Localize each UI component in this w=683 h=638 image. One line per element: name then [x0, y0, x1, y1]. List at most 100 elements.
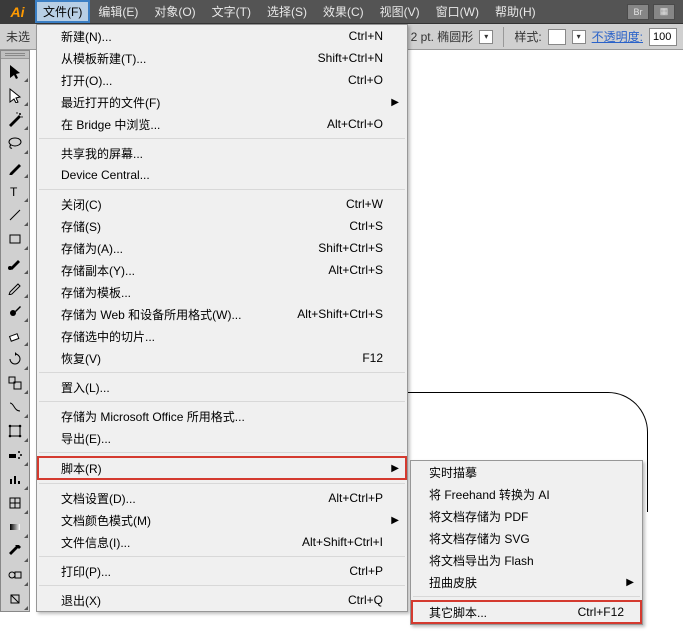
tool-blend[interactable]: [1, 563, 29, 587]
file-menu: 新建(N)...Ctrl+N从模板新建(T)...Shift+Ctrl+N打开(…: [36, 24, 408, 612]
menu-item[interactable]: 存储副本(Y)...Alt+Ctrl+S: [37, 259, 407, 281]
menu-item[interactable]: 文档设置(D)...Alt+Ctrl+P: [37, 487, 407, 509]
menu-item[interactable]: 脚本(R)▶: [37, 456, 407, 480]
tool-gradient[interactable]: [1, 515, 29, 539]
menu-item[interactable]: 打印(P)...Ctrl+P: [37, 560, 407, 582]
menu-item[interactable]: 存储为 Microsoft Office 所用格式...: [37, 405, 407, 427]
menu-item[interactable]: 存储选中的切片...: [37, 325, 407, 347]
menu-item[interactable]: 打开(O)...Ctrl+O: [37, 69, 407, 91]
menu-item-label: 恢复(V): [61, 350, 362, 367]
menu-item[interactable]: 导出(E)...: [37, 427, 407, 449]
tool-rectangle[interactable]: [1, 227, 29, 251]
tool-lasso[interactable]: [1, 131, 29, 155]
menu-item[interactable]: 关闭(C)Ctrl+W: [37, 193, 407, 215]
tool-paintbrush[interactable]: [1, 251, 29, 275]
menu-item-label: 存储为模板...: [61, 284, 383, 301]
menu-separator: [39, 401, 405, 402]
tool-eyedropper[interactable]: [1, 539, 29, 563]
tool-free-transform[interactable]: [1, 419, 29, 443]
tool-blob-brush[interactable]: [1, 299, 29, 323]
menu-item-label: 打开(O)...: [61, 72, 348, 89]
app-window: Ai 文件(F) 编辑(E) 对象(O) 文字(T) 选择(S) 效果(C) 视…: [0, 0, 683, 638]
menu-item[interactable]: 文件信息(I)...Alt+Shift+Ctrl+I: [37, 531, 407, 553]
separator: [503, 27, 504, 47]
menu-item-label: 文档颜色模式(M): [61, 512, 383, 529]
opacity-label[interactable]: 不透明度:: [592, 28, 643, 45]
bridge-badge[interactable]: Br: [627, 4, 649, 20]
tool-mesh[interactable]: [1, 491, 29, 515]
menu-item[interactable]: 新建(N)...Ctrl+N: [37, 25, 407, 47]
menu-item-label: 导出(E)...: [61, 430, 383, 447]
menu-item[interactable]: Device Central...: [37, 164, 407, 186]
submenu-item-label: 实时描摹: [429, 464, 624, 481]
submenu-arrow-icon: ▶: [391, 515, 399, 526]
submenu-item[interactable]: 扭曲皮肤▶: [411, 571, 642, 593]
submenu-item-label: 其它脚本...: [429, 604, 578, 621]
submenu-item-label: 将文档导出为 Flash: [429, 552, 624, 569]
tool-graph[interactable]: [1, 467, 29, 491]
submenu-item[interactable]: 将文档存储为 PDF: [411, 505, 642, 527]
toolbox-grip[interactable]: [1, 51, 29, 59]
menu-item[interactable]: 存储(S)Ctrl+S: [37, 215, 407, 237]
menu-item-label: 文件信息(I)...: [61, 534, 302, 551]
tool-pencil[interactable]: [1, 275, 29, 299]
tool-symbol-sprayer[interactable]: [1, 443, 29, 467]
menu-item[interactable]: 从模板新建(T)...Shift+Ctrl+N: [37, 47, 407, 69]
menu-item[interactable]: 存储为(A)...Shift+Ctrl+S: [37, 237, 407, 259]
menu-file[interactable]: 文件(F): [35, 0, 90, 23]
arrange-badge[interactable]: ▦: [653, 4, 675, 20]
menu-item-shortcut: Ctrl+N: [349, 29, 383, 43]
menu-item-label: 新建(N)...: [61, 28, 349, 45]
menu-separator: [39, 585, 405, 586]
menu-select[interactable]: 选择(S): [259, 0, 315, 23]
menu-item[interactable]: 共享我的屏幕...: [37, 142, 407, 164]
tool-scale[interactable]: [1, 371, 29, 395]
menu-item-label: 存储为(A)...: [61, 240, 318, 257]
tool-pen[interactable]: [1, 155, 29, 179]
menu-item[interactable]: 存储为模板...: [37, 281, 407, 303]
tool-rotate[interactable]: [1, 347, 29, 371]
menu-item[interactable]: 文档颜色模式(M) ▶: [37, 509, 407, 531]
tool-live-paint[interactable]: [1, 587, 29, 611]
menu-item[interactable]: 置入(L)...: [37, 376, 407, 398]
menu-item-shortcut: Ctrl+O: [348, 73, 383, 87]
tool-type[interactable]: T: [1, 179, 29, 203]
submenu-item[interactable]: 其它脚本...Ctrl+F12: [411, 600, 642, 624]
menu-item[interactable]: 在 Bridge 中浏览...Alt+Ctrl+O: [37, 113, 407, 135]
menu-separator: [39, 189, 405, 190]
opacity-input[interactable]: [649, 28, 677, 46]
submenu-arrow-icon: ▶: [391, 97, 399, 108]
tool-direct-selection[interactable]: [1, 83, 29, 107]
menu-item[interactable]: 最近打开的文件(F)▶: [37, 91, 407, 113]
menu-item[interactable]: 恢复(V)F12: [37, 347, 407, 369]
submenu-item-label: 扭曲皮肤: [429, 574, 624, 591]
submenu-item[interactable]: 将 Freehand 转换为 AI: [411, 483, 642, 505]
menu-text[interactable]: 文字(T): [204, 0, 259, 23]
menu-separator: [413, 596, 640, 597]
style-swatch[interactable]: [548, 29, 566, 45]
menu-view[interactable]: 视图(V): [372, 0, 428, 23]
stroke-preset[interactable]: 2 pt. 椭圆形: [411, 28, 474, 45]
menu-separator: [39, 556, 405, 557]
tool-line[interactable]: [1, 203, 29, 227]
stroke-dropdown-icon[interactable]: ▾: [479, 30, 493, 44]
menu-effect[interactable]: 效果(C): [315, 0, 372, 23]
script-submenu: 实时描摹将 Freehand 转换为 AI将文档存储为 PDF将文档存储为 SV…: [410, 460, 643, 625]
menu-edit[interactable]: 编辑(E): [90, 0, 146, 23]
tool-selection[interactable]: [1, 59, 29, 83]
submenu-item[interactable]: 将文档导出为 Flash: [411, 549, 642, 571]
menu-item[interactable]: 退出(X)Ctrl+Q: [37, 589, 407, 611]
tool-magic-wand[interactable]: [1, 107, 29, 131]
submenu-item[interactable]: 实时描摹: [411, 461, 642, 483]
menu-help[interactable]: 帮助(H): [487, 0, 544, 23]
menu-item-label: 文档设置(D)...: [61, 490, 328, 507]
submenu-item[interactable]: 将文档存储为 SVG: [411, 527, 642, 549]
style-dropdown-icon[interactable]: ▾: [572, 30, 586, 44]
tool-eraser[interactable]: [1, 323, 29, 347]
menu-object[interactable]: 对象(O): [146, 0, 203, 23]
tool-warp[interactable]: [1, 395, 29, 419]
menu-item-label: 从模板新建(T)...: [61, 50, 318, 67]
menu-window[interactable]: 窗口(W): [428, 0, 487, 23]
menu-item[interactable]: 存储为 Web 和设备所用格式(W)...Alt+Shift+Ctrl+S: [37, 303, 407, 325]
app-badges: Br ▦: [627, 0, 683, 23]
